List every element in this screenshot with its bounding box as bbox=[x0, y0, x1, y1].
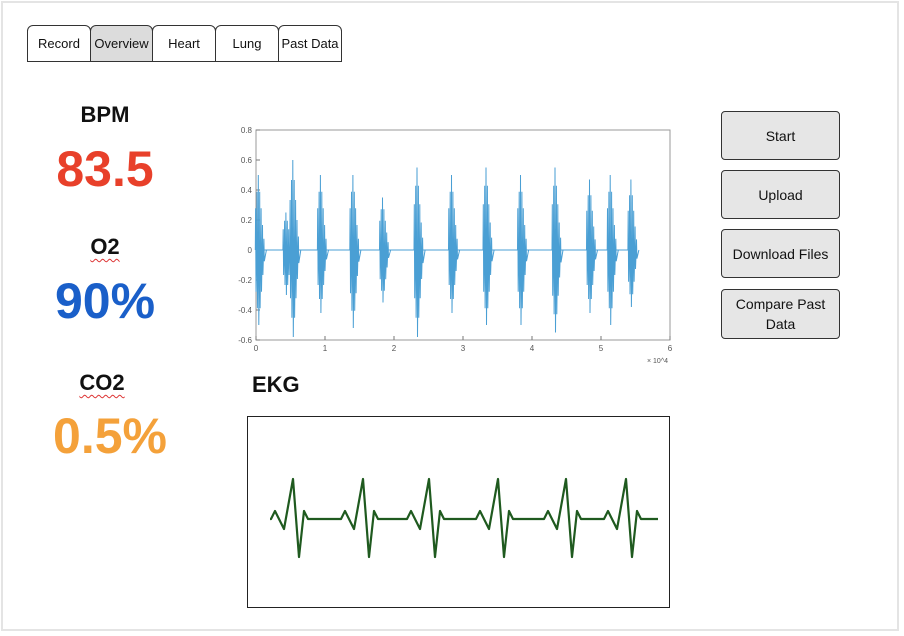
start-button[interactable]: Start bbox=[721, 111, 840, 160]
tab-overview[interactable]: Overview bbox=[90, 25, 153, 62]
ekg-panel bbox=[247, 416, 670, 608]
co2-label: CO2 bbox=[79, 370, 125, 395]
ekg-waveform-image bbox=[269, 477, 658, 559]
ekg-title: EKG bbox=[252, 372, 300, 397]
tab-lung[interactable]: Lung bbox=[215, 25, 279, 62]
y-tick-label: -0.2 bbox=[238, 276, 252, 285]
x-tick-label: 5 bbox=[599, 344, 604, 353]
y-tick-label: 0.2 bbox=[241, 216, 253, 225]
bpm-value: 83.5 bbox=[56, 141, 154, 197]
y-tick-label: 0.8 bbox=[241, 126, 253, 135]
tab-past-data[interactable]: Past Data bbox=[278, 25, 342, 62]
x-tick-label: 3 bbox=[461, 344, 466, 353]
bpm-label: BPM bbox=[80, 102, 130, 127]
y-tick-label: 0.6 bbox=[241, 156, 253, 165]
signal-chart: 0.80.60.40.20-0.2-0.4-0.60 1 2 3 4 5 6× 10^4 bbox=[238, 126, 673, 365]
o2-label: O2 bbox=[90, 234, 120, 259]
y-tick-label: 0 bbox=[248, 246, 253, 255]
x-tick-label: 2 bbox=[392, 344, 397, 353]
x-tick-label: 4 bbox=[530, 344, 535, 353]
upload-button[interactable]: Upload bbox=[721, 170, 840, 219]
compare-past-data-button[interactable]: Compare Past Data bbox=[721, 289, 840, 339]
x-tick-label: 6 bbox=[668, 344, 673, 353]
x-tick-label: 0 bbox=[254, 344, 259, 353]
co2-value: 0.5% bbox=[53, 408, 167, 464]
y-tick-label: -0.4 bbox=[238, 306, 252, 315]
x-tick-label: 1 bbox=[323, 344, 328, 353]
y-tick-label: 0.4 bbox=[241, 186, 253, 195]
x-axis-multiplier: × 10^4 bbox=[647, 358, 668, 365]
y-tick-label: -0.6 bbox=[238, 336, 252, 345]
o2-value: 90% bbox=[54, 273, 156, 329]
tab-bar: Record Overview Heart Lung Past Data bbox=[27, 25, 342, 62]
tab-record[interactable]: Record bbox=[27, 25, 91, 62]
download-files-button[interactable]: Download Files bbox=[721, 229, 840, 278]
tab-heart[interactable]: Heart bbox=[152, 25, 216, 62]
